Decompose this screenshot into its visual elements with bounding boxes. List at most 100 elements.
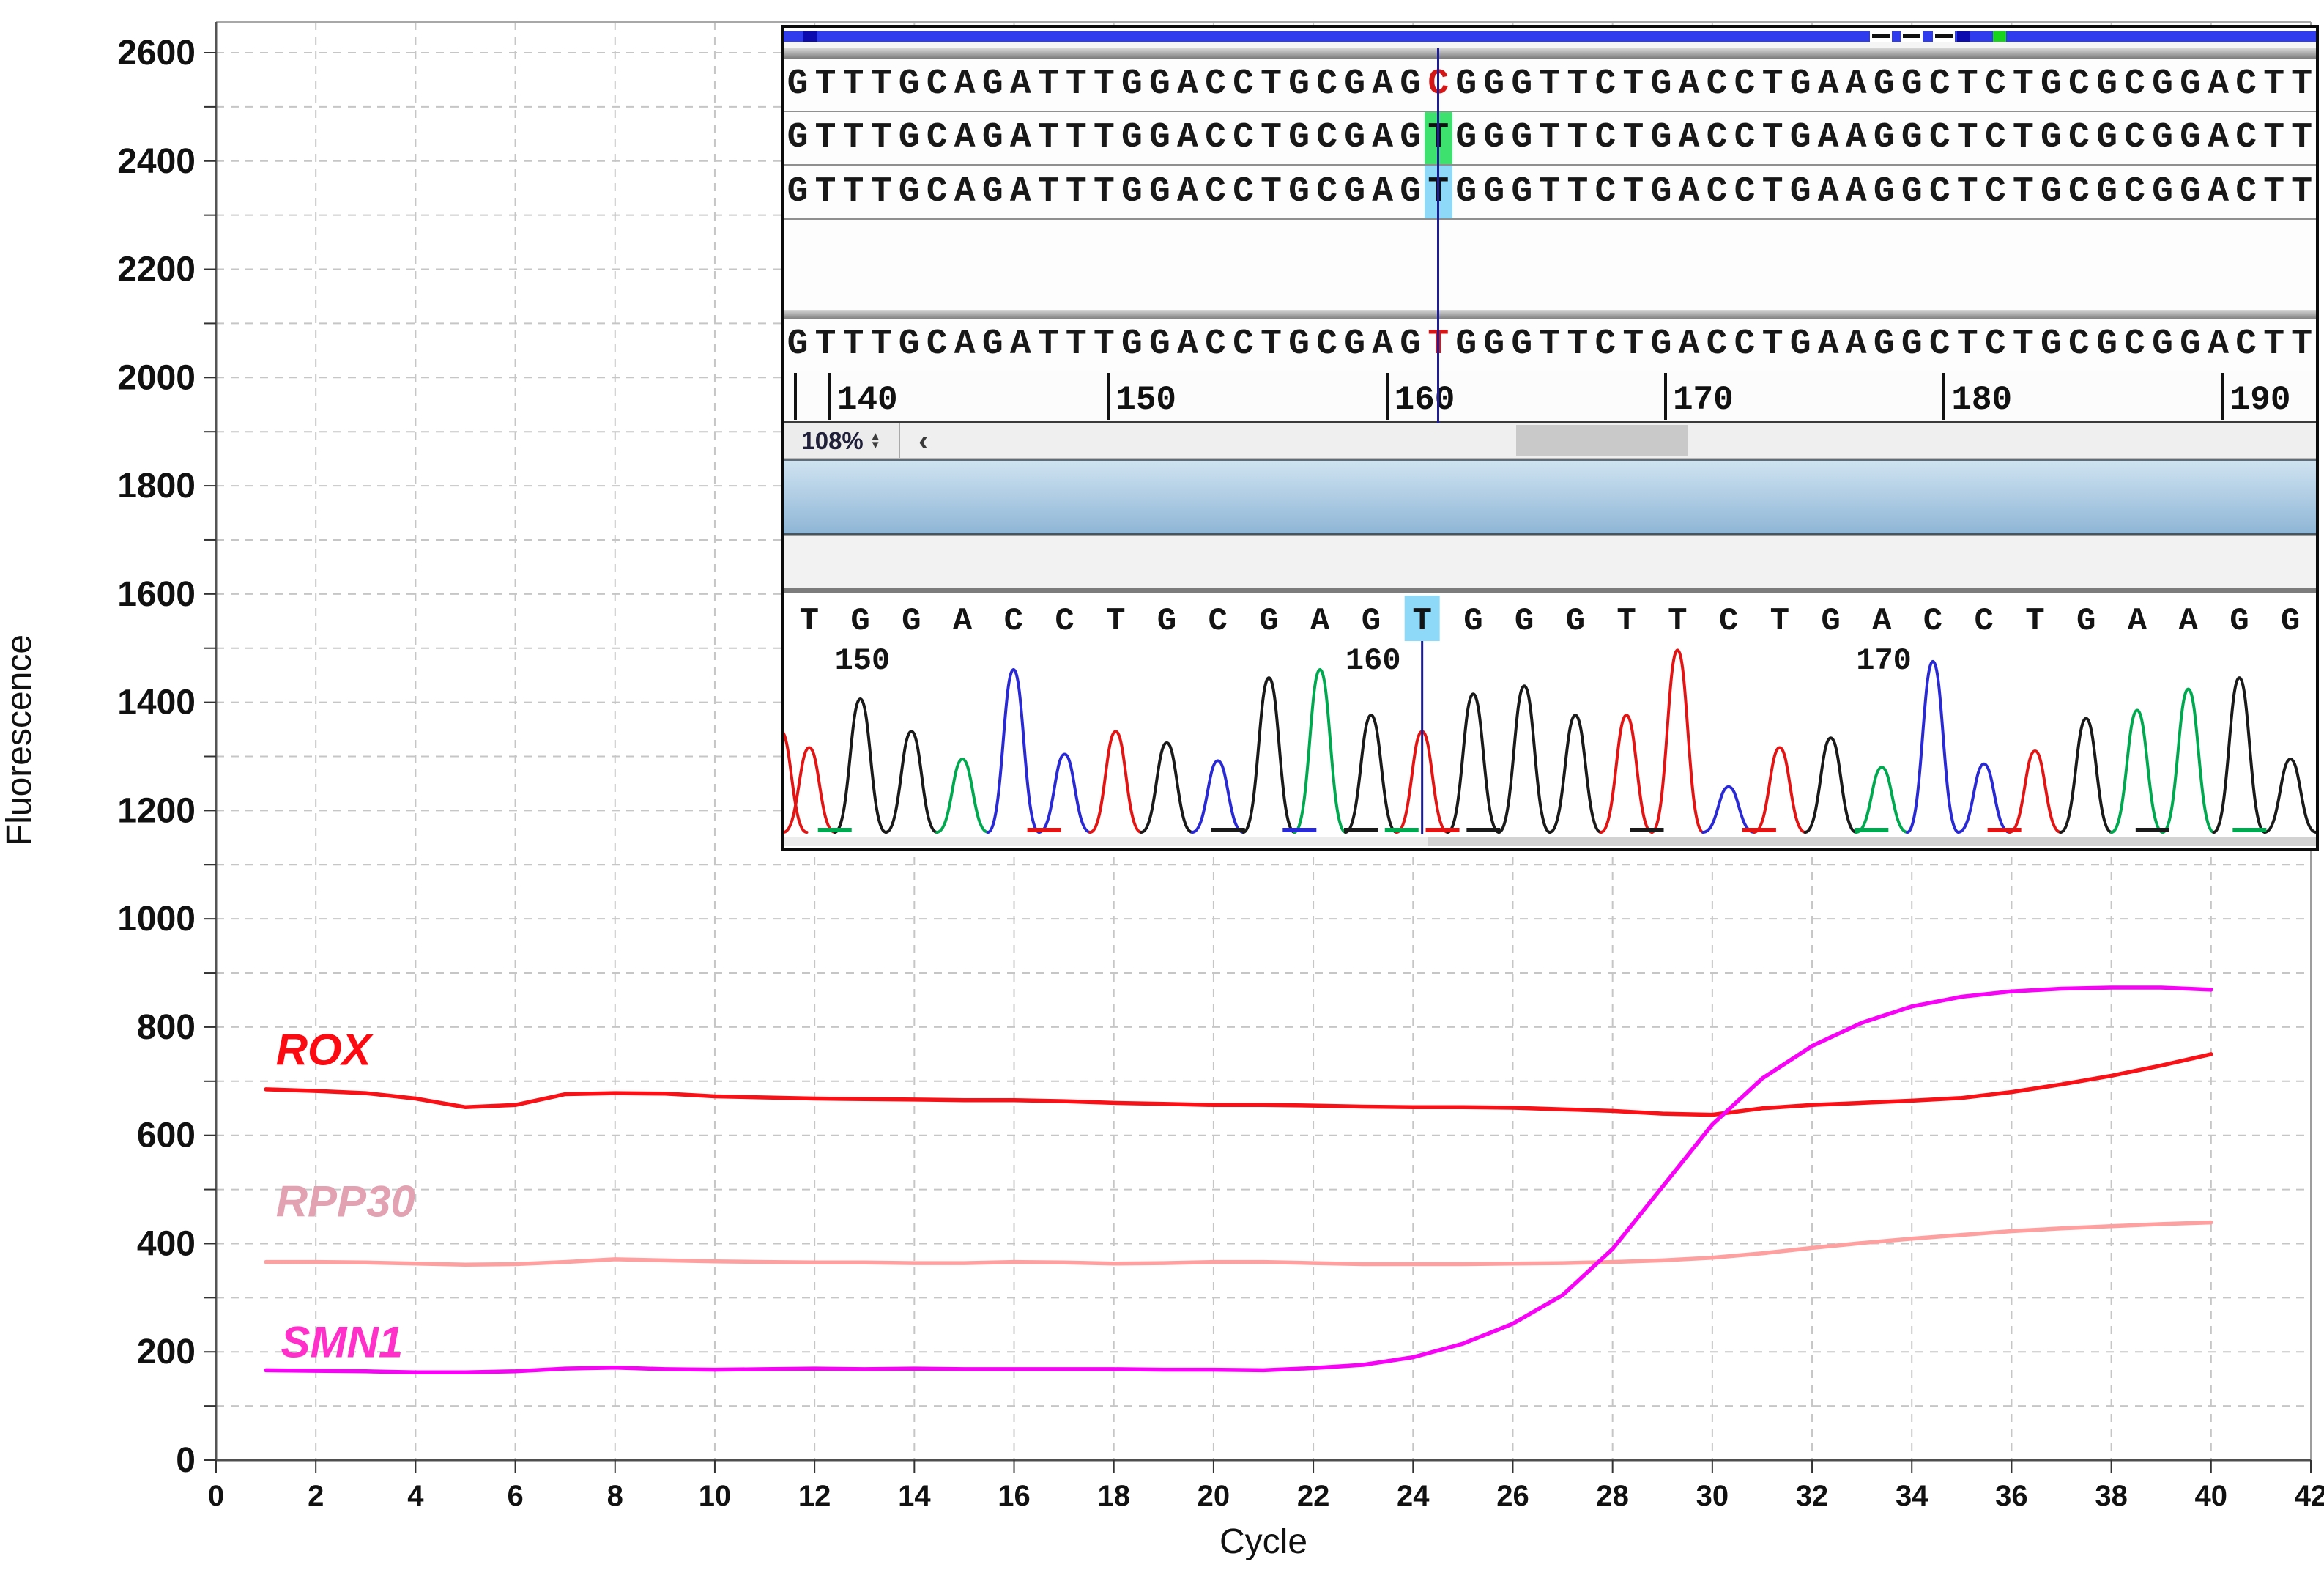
- base-letter: G: [2149, 166, 2177, 218]
- trace-base-letter: A: [2178, 603, 2198, 640]
- base-letter: C: [2232, 59, 2260, 111]
- base-letter: A: [1814, 59, 1842, 111]
- zoom-spinner[interactable]: ▲ ▼: [870, 432, 881, 450]
- base-letter: T: [1536, 319, 1564, 371]
- trace-peak: [1192, 760, 1244, 832]
- trace-peak: [1447, 694, 1499, 832]
- base-letter: G: [1452, 319, 1480, 371]
- base-letter: G: [1786, 59, 1814, 111]
- base-letter: C: [1201, 112, 1229, 164]
- x-tick-label: 28: [1596, 1480, 1629, 1512]
- base-letter: G: [979, 59, 1006, 111]
- y-tick-label: 0: [176, 1441, 196, 1480]
- basecall-underbar: [1630, 828, 1663, 832]
- ruler-tick-label: 160: [1395, 381, 1455, 419]
- horizontal-scrollbar-thumb[interactable]: [1516, 425, 1688, 456]
- base-letter: G: [1508, 59, 1536, 111]
- sequence-read-row[interactable]: GTTTGCAGATTTGGACCTGCGAGTGGGTTCTGACCTGAAG…: [784, 319, 2316, 371]
- scroll-left-arrow-icon[interactable]: ‹: [918, 425, 928, 458]
- ruler-tick: [1942, 373, 1945, 420]
- base-letter: C: [1592, 59, 1619, 111]
- base-letter: C: [1981, 59, 2009, 111]
- base-letter: T: [1619, 166, 1647, 218]
- chromatogram-scrollbar[interactable]: [784, 837, 2316, 846]
- basecall-underbar: [1988, 828, 2022, 832]
- basecall-underbar: [1466, 828, 1500, 832]
- base-letter: G: [2037, 59, 2065, 111]
- base-letter: T: [1258, 319, 1285, 371]
- mismatch-mark-icon: [1933, 31, 1955, 42]
- sequence-read-row[interactable]: GTTTGCAGATTTGGACCTGCGAGTGGGTTCTGACCTGAAG…: [784, 166, 2316, 220]
- basecall-underbar: [1426, 828, 1460, 832]
- basecall-underbar: [1742, 828, 1776, 832]
- base-letter: T: [1258, 166, 1285, 218]
- base-letter: A: [1006, 112, 1034, 164]
- base-letter: G: [1480, 112, 1508, 164]
- series-SMN1-label: SMN1: [281, 1318, 404, 1367]
- base-letter: G: [1508, 112, 1536, 164]
- base-letter: A: [1814, 166, 1842, 218]
- x-tick-label: 34: [1896, 1480, 1928, 1512]
- trace-peak: [988, 670, 1039, 832]
- base-letter: T: [1759, 112, 1786, 164]
- zoom-level-control[interactable]: 108% ▲ ▼: [784, 423, 900, 458]
- base-letter: G: [979, 112, 1006, 164]
- trace-base-letter: T: [1412, 603, 1431, 640]
- base-letter: G: [2093, 319, 2120, 371]
- base-letter: G: [2037, 166, 2065, 218]
- base-letter: C: [1230, 319, 1258, 371]
- base-letter: G: [895, 319, 923, 371]
- base-letter: G: [1285, 166, 1313, 218]
- selected-track-band[interactable]: [784, 459, 2316, 535]
- base-letter: T: [2288, 166, 2316, 218]
- base-letter: T: [1090, 59, 1118, 111]
- y-tick-label: 2600: [117, 34, 196, 73]
- base-letter: A: [2205, 112, 2232, 164]
- trace-base-letter: A: [1310, 603, 1330, 640]
- base-letter: T: [2009, 166, 2037, 218]
- x-tick-label: 8: [607, 1480, 623, 1512]
- spinner-down-icon[interactable]: ▼: [870, 441, 881, 450]
- base-letter: T: [1062, 166, 1090, 218]
- viewer-toolbar: 108% ▲ ▼ ‹: [784, 423, 2316, 459]
- base-letter: G: [1898, 59, 1926, 111]
- x-tick-label: 42: [2295, 1480, 2324, 1512]
- base-letter: T: [812, 112, 839, 164]
- base-letter: T: [2288, 59, 2316, 111]
- base-letter: C: [1703, 319, 1731, 371]
- base-letter: G: [1870, 112, 1898, 164]
- y-tick-label: 1800: [117, 467, 196, 506]
- trace-peak: [784, 731, 807, 832]
- trace-position-label: 170: [1856, 643, 1912, 678]
- basecall-underbar: [1344, 828, 1378, 832]
- base-letter: T: [839, 319, 867, 371]
- ruler-tick: [828, 373, 831, 420]
- base-letter: T: [1536, 59, 1564, 111]
- trace-peak: [2060, 719, 2112, 832]
- base-letter: A: [2205, 59, 2232, 111]
- base-letter: G: [2149, 319, 2177, 371]
- base-letter: C: [2065, 319, 2093, 371]
- base-letter: G: [2177, 59, 2205, 111]
- x-tick-label: 24: [1397, 1480, 1430, 1512]
- base-letter: C: [1926, 59, 1953, 111]
- base-letter: G: [2093, 166, 2120, 218]
- trace-base-letter: A: [1872, 603, 1892, 640]
- base-letter: A: [951, 319, 979, 371]
- base-letter: G: [979, 166, 1006, 218]
- base-letter: C: [2121, 112, 2149, 164]
- base-letter: C: [1313, 112, 1341, 164]
- trace-base-letter: T: [2025, 603, 2044, 640]
- base-letter: A: [1842, 59, 1870, 111]
- sequence-read-row[interactable]: GTTTGCAGATTTGGACCTGCGAGTGGGTTCTGACCTGAAG…: [784, 112, 2316, 166]
- trace-peak: [835, 699, 886, 832]
- basecall-underbar: [1385, 828, 1419, 832]
- trace-base-letter: T: [1616, 603, 1636, 640]
- trace-base-letter: G: [2076, 603, 2095, 640]
- zoom-level-value: 108%: [801, 427, 863, 455]
- sequence-read-row[interactable]: GTTTGCAGATTTGGACCTGCGAGCGGGTTCTGACCTGAAG…: [784, 59, 2316, 112]
- chromatogram-scrollbar-thumb[interactable]: [1428, 837, 2316, 846]
- x-tick-label: 26: [1496, 1480, 1529, 1512]
- ruler-tick-label: 180: [1951, 381, 2012, 419]
- ruler-tick: [2221, 373, 2224, 420]
